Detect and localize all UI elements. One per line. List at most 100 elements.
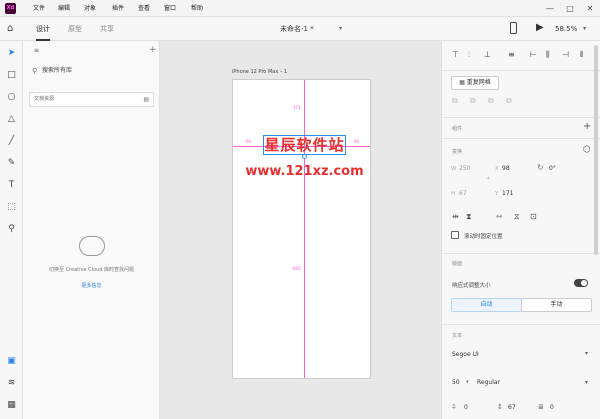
search-icon: ⚲ — [32, 67, 38, 75]
library-menu-icon[interactable]: ≡ — [34, 47, 39, 54]
h-value[interactable]: 67 — [459, 190, 467, 197]
divider — [442, 324, 600, 325]
learn-more-link[interactable]: 更多信息 — [33, 282, 150, 289]
line-tool-icon[interactable]: ╱ — [5, 135, 18, 148]
layers-panel-icon[interactable]: ≋ — [5, 377, 18, 390]
guide-label-bottom: 600 — [293, 266, 301, 271]
y-value[interactable]: 171 — [502, 190, 513, 197]
tab-share[interactable]: 共享 — [100, 17, 114, 41]
polygon-tool-icon[interactable]: △ — [5, 113, 18, 126]
text-tool-icon[interactable]: T — [5, 179, 18, 192]
rotation-icon: ↻ — [537, 163, 544, 172]
line-spacing-icon: ↕ — [497, 403, 503, 411]
x-label: X — [495, 166, 499, 172]
pen-tool-icon[interactable]: ✎ — [5, 157, 18, 170]
align-top-icon[interactable]: ⊤ — [452, 50, 459, 59]
add-component-icon[interactable]: + — [583, 121, 591, 132]
plugins-panel-icon[interactable]: ▦ — [5, 399, 18, 412]
y-label: Y — [495, 191, 499, 197]
search-input[interactable]: ⚲ 搜索所有库 — [31, 63, 152, 79]
canvas-text-main[interactable]: 星辰软件站 — [263, 134, 346, 156]
auto-button[interactable]: 自动 — [451, 298, 522, 312]
line-spacing-value[interactable]: 67 — [508, 404, 516, 411]
font-weight-chevron-icon[interactable]: ▾ — [585, 379, 588, 386]
repeat-grid-button[interactable]: ▦ 重复网格 — [451, 76, 499, 90]
font-size-chevron-icon[interactable]: ▾ — [466, 379, 469, 385]
device-preview-icon[interactable] — [510, 22, 517, 34]
document-assets-item[interactable]: 文档资源 ▤ — [29, 92, 154, 107]
align-left-icon[interactable]: ⊢ — [530, 50, 537, 59]
responsive-resize-toggle[interactable] — [574, 279, 588, 287]
char-spacing-value[interactable]: 0 — [464, 404, 468, 411]
lock-ratio-icon[interactable]: ⫠ — [486, 173, 490, 182]
menu-view[interactable]: 查看 — [138, 0, 150, 17]
zoom-tool-icon[interactable]: ⚲ — [5, 223, 18, 236]
inspector-scrollbar[interactable] — [594, 45, 598, 255]
w-value[interactable]: 250 — [459, 165, 470, 172]
zoom-level[interactable]: 58.5% — [555, 17, 577, 41]
boolean-intersect-icon[interactable]: ⧉ — [488, 96, 494, 106]
space-vertical-icon[interactable]: ⧖ — [514, 212, 520, 222]
font-family-chevron-icon[interactable]: ▾ — [585, 350, 588, 357]
chevron-down-icon[interactable]: ▾ — [339, 25, 342, 32]
constrain-icon[interactable]: ⊡ — [530, 212, 537, 221]
manual-button[interactable]: 手动 — [521, 298, 592, 312]
assets-icon: ▤ — [143, 96, 149, 103]
rectangle-tool-icon[interactable]: □ — [5, 69, 18, 82]
artboard[interactable]: 171 90 90 600 — [232, 79, 371, 379]
menu-plugins[interactable]: 插件 — [112, 0, 124, 17]
x-value[interactable]: 98 — [502, 165, 510, 172]
boolean-subtract-icon[interactable]: ⧉ — [470, 96, 476, 106]
tab-prototype[interactable]: 原型 — [68, 17, 82, 41]
menu-window[interactable]: 窗口 — [164, 0, 176, 17]
close-button[interactable]: ✕ — [580, 0, 600, 17]
resize-handle[interactable] — [302, 154, 307, 159]
repeat-grid-label: 重复网格 — [466, 79, 491, 86]
paragraph-spacing-value[interactable]: 0 — [550, 404, 554, 411]
flip-horizontal-icon[interactable]: ⇹ — [452, 212, 459, 221]
assets-panel-icon[interactable]: ▣ — [5, 355, 18, 368]
rotation-value[interactable]: 0° — [549, 165, 556, 172]
boolean-add-icon[interactable]: ⧉ — [452, 96, 458, 106]
canvas-text-url[interactable]: www.121xz.com — [242, 162, 367, 182]
distribute-vertical-icon[interactable]: ≡ — [508, 50, 515, 59]
select-tool-icon[interactable]: ➤ — [5, 47, 18, 60]
align-right-icon[interactable]: ⊣ — [562, 50, 569, 59]
guide-label-top: 171 — [293, 105, 301, 110]
guide-label-right: 90 — [354, 139, 360, 144]
menu-help[interactable]: 帮助 — [191, 0, 203, 17]
zoom-chevron-icon[interactable]: ▾ — [583, 25, 586, 32]
artboard-label[interactable]: iPhone 12 Pro Max – 1 — [232, 69, 287, 75]
home-icon[interactable]: ⌂ — [7, 23, 13, 34]
guide-label-left: 90 — [246, 139, 252, 144]
distribute-horizontal-icon[interactable]: ⦀ — [580, 50, 584, 60]
align-bottom-icon[interactable]: ⊥ — [484, 50, 491, 59]
font-weight-select[interactable]: Regular — [477, 379, 500, 386]
menu-file[interactable]: 文件 — [33, 0, 45, 17]
align-center-icon[interactable]: ⫼ — [546, 50, 550, 60]
document-title[interactable]: 未命名-1 * — [280, 17, 314, 41]
menu-edit[interactable]: 编辑 — [58, 0, 70, 17]
add-library-icon[interactable]: + — [149, 45, 157, 55]
responsive-resize-label: 响应式调整大小 — [452, 283, 491, 289]
menu-object[interactable]: 对象 — [84, 0, 96, 17]
3d-transform-icon[interactable]: ⬡ — [583, 145, 591, 155]
maximize-button[interactable]: □ — [560, 0, 580, 17]
align-middle-icon[interactable]: ⫶ — [468, 50, 470, 60]
window-controls: — □ ✕ — [540, 0, 600, 17]
font-size-value[interactable]: 50 — [452, 379, 460, 386]
artboard-tool-icon[interactable]: ⬚ — [5, 201, 18, 214]
library-panel: ≡ + ⚲ 搜索所有库 文档资源 ▤ 切换至 Creative Cloud 库时… — [23, 41, 160, 419]
fix-position-checkbox[interactable] — [451, 231, 459, 239]
ellipse-tool-icon[interactable]: ○ — [5, 91, 18, 104]
title-bar: Xd 文件 编辑 对象 插件 查看 窗口 帮助 — □ ✕ — [0, 0, 600, 17]
paragraph-spacing-icon: ≣ — [538, 403, 544, 411]
tab-design[interactable]: 设计 — [36, 17, 50, 41]
boolean-exclude-icon[interactable]: ⧉ — [506, 96, 512, 106]
font-family-select[interactable]: Segoe UI — [452, 351, 479, 358]
flip-vertical-icon[interactable]: ⧗ — [466, 212, 472, 222]
divider — [442, 117, 600, 118]
minimize-button[interactable]: — — [540, 0, 560, 17]
play-icon[interactable]: ▶ — [536, 22, 544, 33]
space-horizontal-icon[interactable]: ⇿ — [496, 212, 503, 221]
